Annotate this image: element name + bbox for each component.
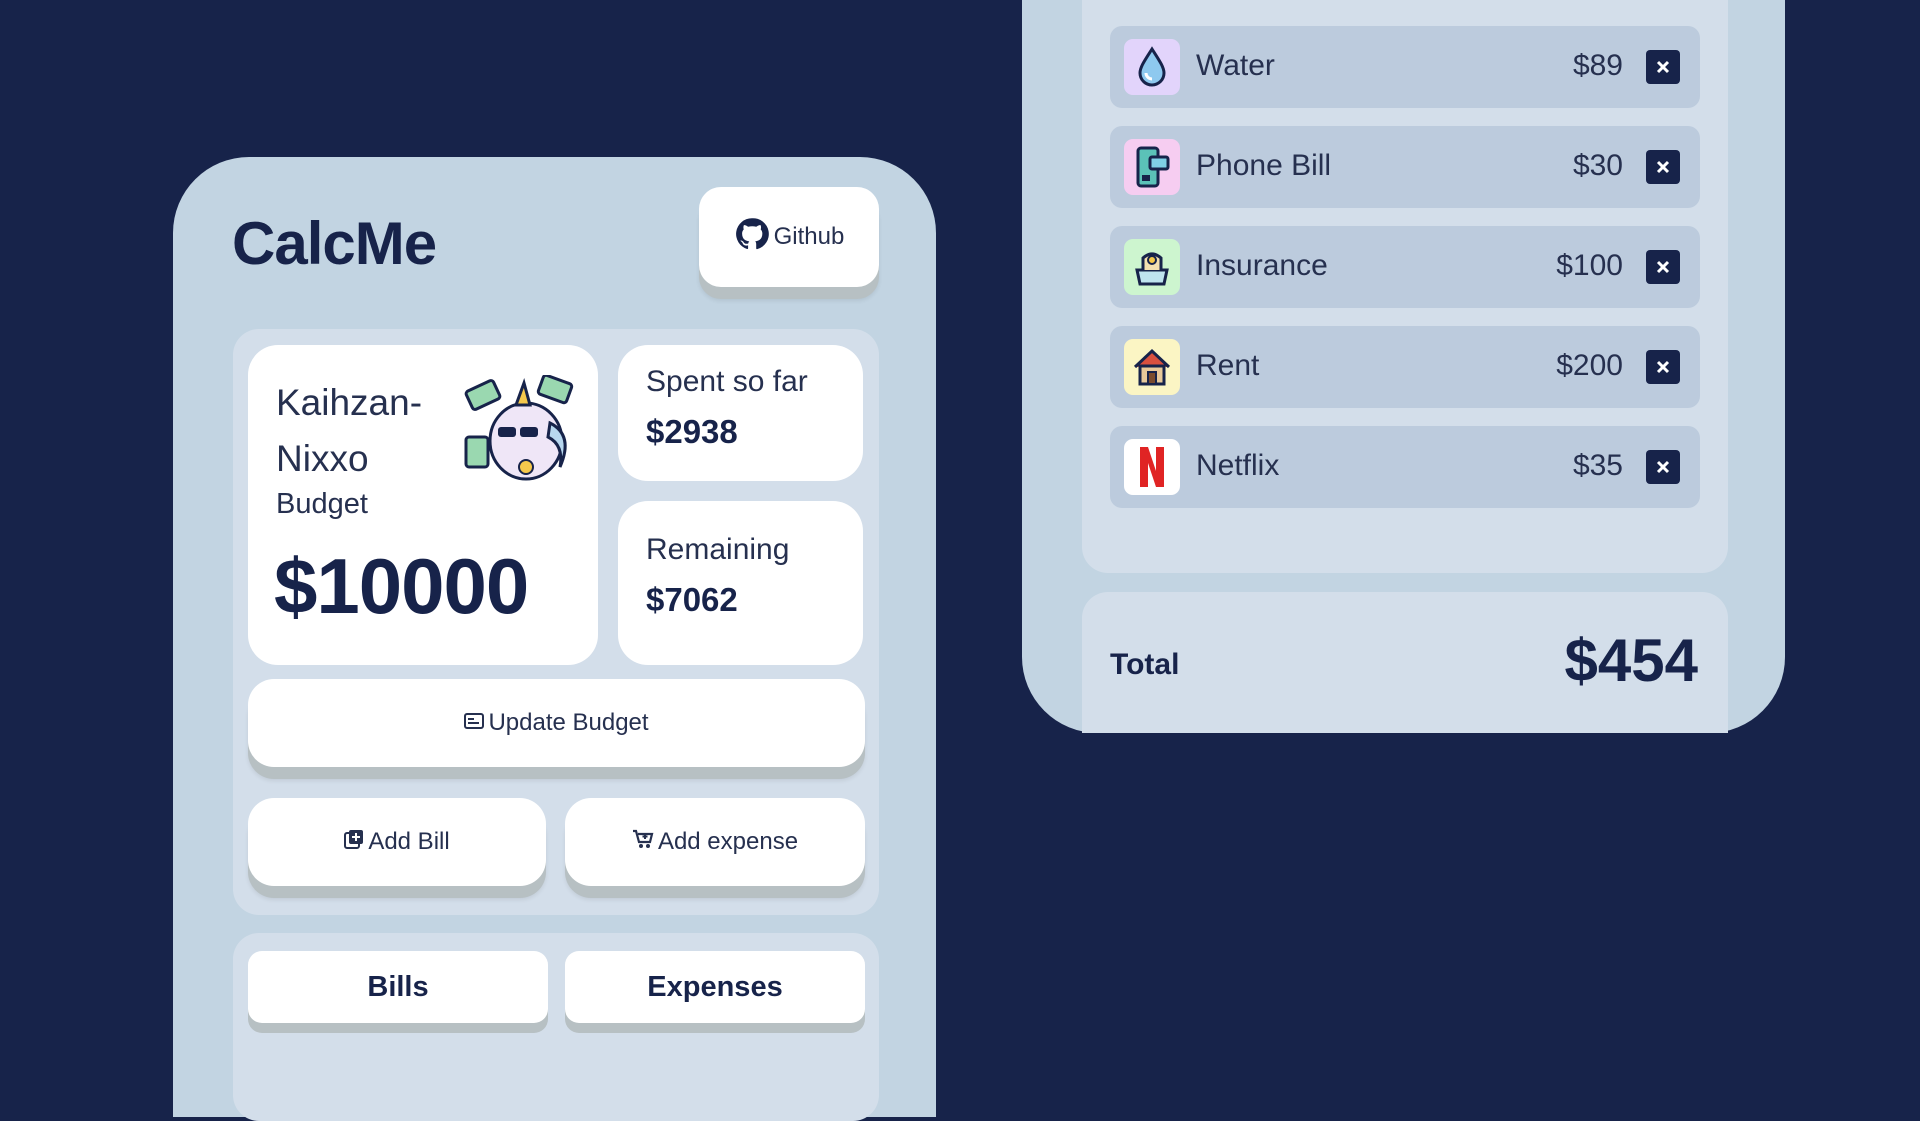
remove-bill-button[interactable] bbox=[1646, 450, 1680, 484]
tab-expenses[interactable]: Expenses bbox=[565, 951, 865, 1023]
house-icon bbox=[1124, 339, 1180, 395]
main-app-card: CalcMe Github Kaihzan-Nixxo Budget $1000… bbox=[173, 157, 936, 1121]
user-name: Kaihzan-Nixxo bbox=[276, 382, 423, 479]
total-label: Total bbox=[1110, 648, 1180, 681]
bills-list: Water $89 Phone Bill $30 Insurance $100 bbox=[1082, 0, 1728, 573]
github-label: Github bbox=[773, 223, 845, 250]
insurance-icon bbox=[1124, 239, 1180, 295]
close-icon bbox=[1656, 260, 1670, 274]
budget-value: $10000 bbox=[274, 542, 529, 630]
add-bill-label: Add Bill bbox=[368, 828, 450, 855]
remove-bill-button[interactable] bbox=[1646, 350, 1680, 384]
budget-card: Kaihzan-Nixxo Budget $10000 bbox=[248, 345, 598, 665]
tab-bills[interactable]: Bills bbox=[248, 951, 548, 1023]
water-drop-icon bbox=[1124, 39, 1180, 95]
close-icon bbox=[1656, 460, 1670, 474]
bill-name: Phone Bill bbox=[1196, 149, 1332, 182]
cart-icon bbox=[632, 828, 654, 856]
list-item: Netflix $35 bbox=[1110, 426, 1700, 508]
remove-bill-button[interactable] bbox=[1646, 250, 1680, 284]
add-bill-icon bbox=[344, 828, 364, 856]
list-item: Water $89 bbox=[1110, 26, 1700, 108]
total-value: $454 bbox=[1564, 627, 1698, 694]
bill-name: Rent bbox=[1196, 349, 1260, 382]
remove-bill-button[interactable] bbox=[1646, 150, 1680, 184]
netflix-icon bbox=[1124, 439, 1180, 495]
spent-label: Spent so far bbox=[646, 365, 808, 398]
bill-name: Netflix bbox=[1196, 449, 1280, 482]
spent-value: $2938 bbox=[646, 413, 738, 450]
bill-amount: $89 bbox=[1572, 49, 1623, 82]
remaining-value: $7062 bbox=[646, 581, 738, 618]
spent-card: Spent so far $2938 bbox=[618, 345, 863, 481]
total-panel: Total $454 bbox=[1082, 592, 1728, 733]
bill-name: Insurance bbox=[1196, 249, 1328, 282]
bill-name: Water bbox=[1196, 49, 1275, 82]
add-expense-button[interactable]: Add expense bbox=[565, 798, 865, 886]
bill-amount: $30 bbox=[1572, 149, 1623, 182]
tabs-panel: Bills Expenses bbox=[233, 933, 879, 1121]
budget-panel: Kaihzan-Nixxo Budget $10000 Spent so far bbox=[233, 329, 879, 915]
remaining-card: Remaining $7062 bbox=[618, 501, 863, 665]
remaining-label: Remaining bbox=[646, 533, 790, 566]
close-icon bbox=[1656, 60, 1670, 74]
bill-amount: $200 bbox=[1556, 349, 1623, 382]
add-expense-label: Add expense bbox=[657, 828, 799, 855]
budget-label: Budget bbox=[276, 488, 368, 520]
github-button[interactable]: Github bbox=[699, 187, 879, 287]
list-item: Rent $200 bbox=[1110, 326, 1700, 408]
github-icon bbox=[734, 216, 770, 259]
budget-card-icon bbox=[464, 709, 485, 737]
list-item: Insurance $100 bbox=[1110, 226, 1700, 308]
update-budget-label: Update Budget bbox=[488, 709, 649, 736]
bill-amount: $35 bbox=[1572, 449, 1623, 482]
close-icon bbox=[1656, 160, 1670, 174]
close-icon bbox=[1656, 360, 1670, 374]
list-item: Phone Bill $30 bbox=[1110, 126, 1700, 208]
bill-amount: $100 bbox=[1556, 249, 1623, 282]
unicorn-mascot-icon bbox=[464, 373, 580, 489]
bills-card: Water $89 Phone Bill $30 Insurance $100 bbox=[1022, 0, 1785, 733]
add-bill-button[interactable]: Add Bill bbox=[248, 798, 546, 886]
remove-bill-button[interactable] bbox=[1646, 50, 1680, 84]
app-title: CalcMe bbox=[232, 210, 437, 277]
update-budget-button[interactable]: Update Budget bbox=[248, 679, 865, 767]
phone-bill-icon bbox=[1124, 139, 1180, 195]
